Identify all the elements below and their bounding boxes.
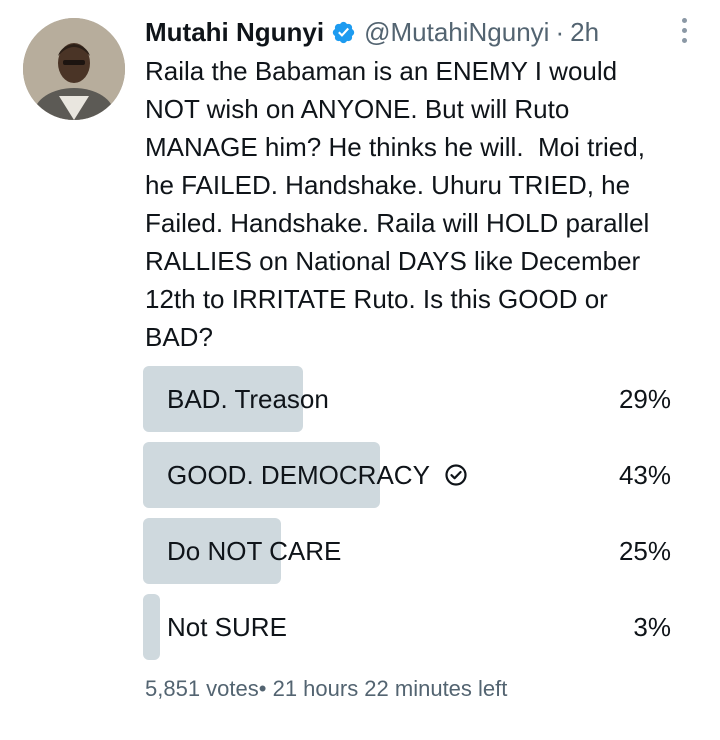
tweet-timestamp[interactable]: 2h bbox=[570, 17, 599, 48]
poll-option-percent: 3% bbox=[633, 612, 671, 642]
poll-option-label: BAD. Treason bbox=[167, 384, 329, 414]
check-circle-icon bbox=[444, 463, 468, 487]
avatar-portrait bbox=[23, 18, 125, 120]
poll-vote-count: 5,851 votes bbox=[145, 676, 259, 701]
avatar[interactable] bbox=[23, 18, 125, 120]
tweet: Mutahi Ngunyi @MutahiNgunyi · 2h Raila t… bbox=[0, 0, 720, 740]
poll-option-percent: 29% bbox=[618, 384, 671, 414]
poll-option[interactable]: Do NOT CARE 25% bbox=[143, 518, 693, 584]
poll-option-label: Do NOT CARE bbox=[167, 536, 342, 566]
poll-option[interactable]: Not SURE 3% bbox=[143, 594, 693, 660]
author-name[interactable]: Mutahi Ngunyi bbox=[145, 17, 324, 48]
poll-footer: 5,851 votes• 21 hours 22 minutes left bbox=[145, 676, 507, 702]
poll-option-label: Not SURE bbox=[167, 612, 287, 642]
poll: BAD. Treason 29% GOOD. DEMOCRACY 43% Do … bbox=[143, 366, 693, 670]
verified-badge-icon bbox=[331, 20, 356, 45]
poll-option[interactable]: BAD. Treason 29% bbox=[143, 366, 693, 432]
poll-time-left: 21 hours 22 minutes left bbox=[272, 676, 508, 701]
more-options-icon[interactable] bbox=[678, 18, 690, 44]
tweet-header: Mutahi Ngunyi @MutahiNgunyi · 2h bbox=[145, 14, 680, 50]
poll-option-percent: 25% bbox=[618, 536, 671, 566]
poll-option-label: GOOD. DEMOCRACY bbox=[167, 460, 430, 490]
header-separator: · bbox=[555, 16, 565, 47]
poll-footer-bullet: • bbox=[258, 676, 267, 701]
poll-option-bar bbox=[143, 594, 160, 660]
tweet-text: Raila the Babaman is an ENEMY I would NO… bbox=[145, 56, 650, 352]
author-handle[interactable]: @MutahiNgunyi bbox=[364, 17, 549, 48]
poll-option[interactable]: GOOD. DEMOCRACY 43% bbox=[143, 442, 693, 508]
poll-option-percent: 43% bbox=[618, 460, 671, 490]
